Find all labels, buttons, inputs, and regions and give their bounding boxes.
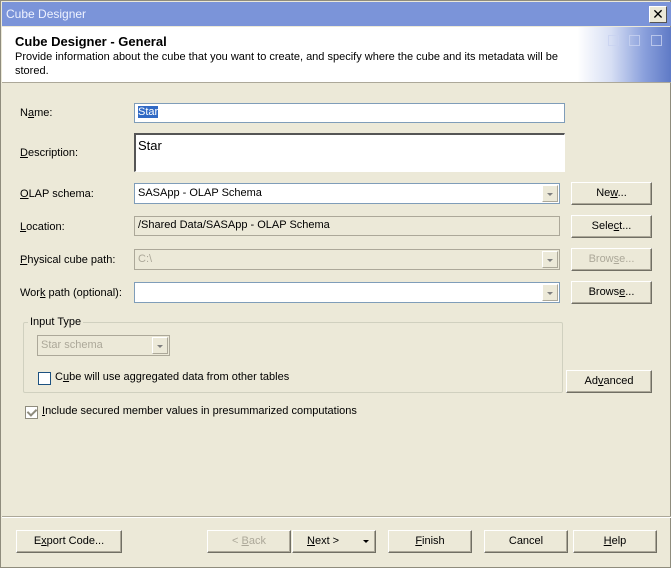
select-location-button[interactable]: Select... xyxy=(571,215,652,238)
chevron-down-icon[interactable] xyxy=(542,284,558,301)
olap-schema-value: SASApp - OLAP Schema xyxy=(138,187,262,199)
description-value: Star xyxy=(138,138,162,153)
new-schema-button[interactable]: New... xyxy=(571,182,652,205)
title-bar: Cube Designer ✕ xyxy=(2,2,671,26)
olap-schema-dropdown[interactable]: SASApp - OLAP Schema xyxy=(134,183,560,204)
browse-physical-path-button: Browse... xyxy=(571,248,652,271)
input-type-legend: Input Type xyxy=(28,316,84,328)
page-description: Provide information about the cube that … xyxy=(15,51,558,77)
export-code-button[interactable]: Export Code... xyxy=(16,530,122,553)
description-textarea[interactable]: Star xyxy=(134,133,565,172)
cube-designer-window: Cube Designer ✕ Cube Designer - General … xyxy=(0,0,671,568)
chevron-down-icon[interactable] xyxy=(542,185,558,202)
physical-cube-path-label: Physical cube path: xyxy=(20,254,116,266)
physical-cube-path-dropdown: C:\ xyxy=(134,249,560,270)
name-value: Star xyxy=(138,106,159,118)
olap-schema-label: OLAP schema: xyxy=(20,188,94,200)
dropdown-arrow-icon[interactable] xyxy=(363,540,369,543)
cancel-button[interactable]: Cancel xyxy=(484,530,568,553)
window-title: Cube Designer xyxy=(6,7,87,21)
description-label: Description: xyxy=(20,147,79,159)
help-button[interactable]: Help xyxy=(573,530,657,553)
include-secured-label[interactable]: Include secured member values in presumm… xyxy=(42,405,357,417)
decorative-square-icon xyxy=(608,35,619,46)
decorative-square-icon xyxy=(651,35,662,46)
close-button[interactable]: ✕ xyxy=(649,6,667,23)
page-title: Cube Designer - General xyxy=(15,34,167,49)
aggregated-data-checkbox[interactable] xyxy=(38,372,51,385)
include-secured-checkbox[interactable] xyxy=(25,406,38,419)
location-label: Location: xyxy=(20,221,65,233)
name-input[interactable]: Star xyxy=(134,103,565,123)
input-type-value: Star schema xyxy=(41,339,103,351)
work-path-dropdown[interactable] xyxy=(134,282,560,303)
location-field: /Shared Data/SASApp - OLAP Schema xyxy=(134,216,560,236)
physical-cube-path-value: C:\ xyxy=(138,253,153,265)
decorative-square-icon xyxy=(629,35,640,46)
chevron-down-icon xyxy=(152,337,168,354)
finish-button[interactable]: Finish xyxy=(388,530,472,553)
input-type-group: Input Type Star schema Cube will use agg… xyxy=(23,316,563,393)
wizard-header: Cube Designer - General Provide informat… xyxy=(2,27,671,83)
footer-separator xyxy=(2,516,671,518)
work-path-label: Work path (optional): xyxy=(20,287,122,299)
input-type-dropdown: Star schema xyxy=(37,335,170,356)
location-value: /Shared Data/SASApp - OLAP Schema xyxy=(138,219,330,231)
close-icon: ✕ xyxy=(652,6,664,22)
advanced-button[interactable]: Advanced xyxy=(566,370,652,393)
next-button[interactable]: Next > xyxy=(292,530,376,553)
chevron-down-icon xyxy=(542,251,558,268)
browse-work-path-button[interactable]: Browse... xyxy=(571,281,652,304)
name-label: Name: xyxy=(20,107,53,119)
aggregated-data-label[interactable]: Cube will use aggregated data from other… xyxy=(55,371,289,383)
back-button: < Back xyxy=(207,530,291,553)
